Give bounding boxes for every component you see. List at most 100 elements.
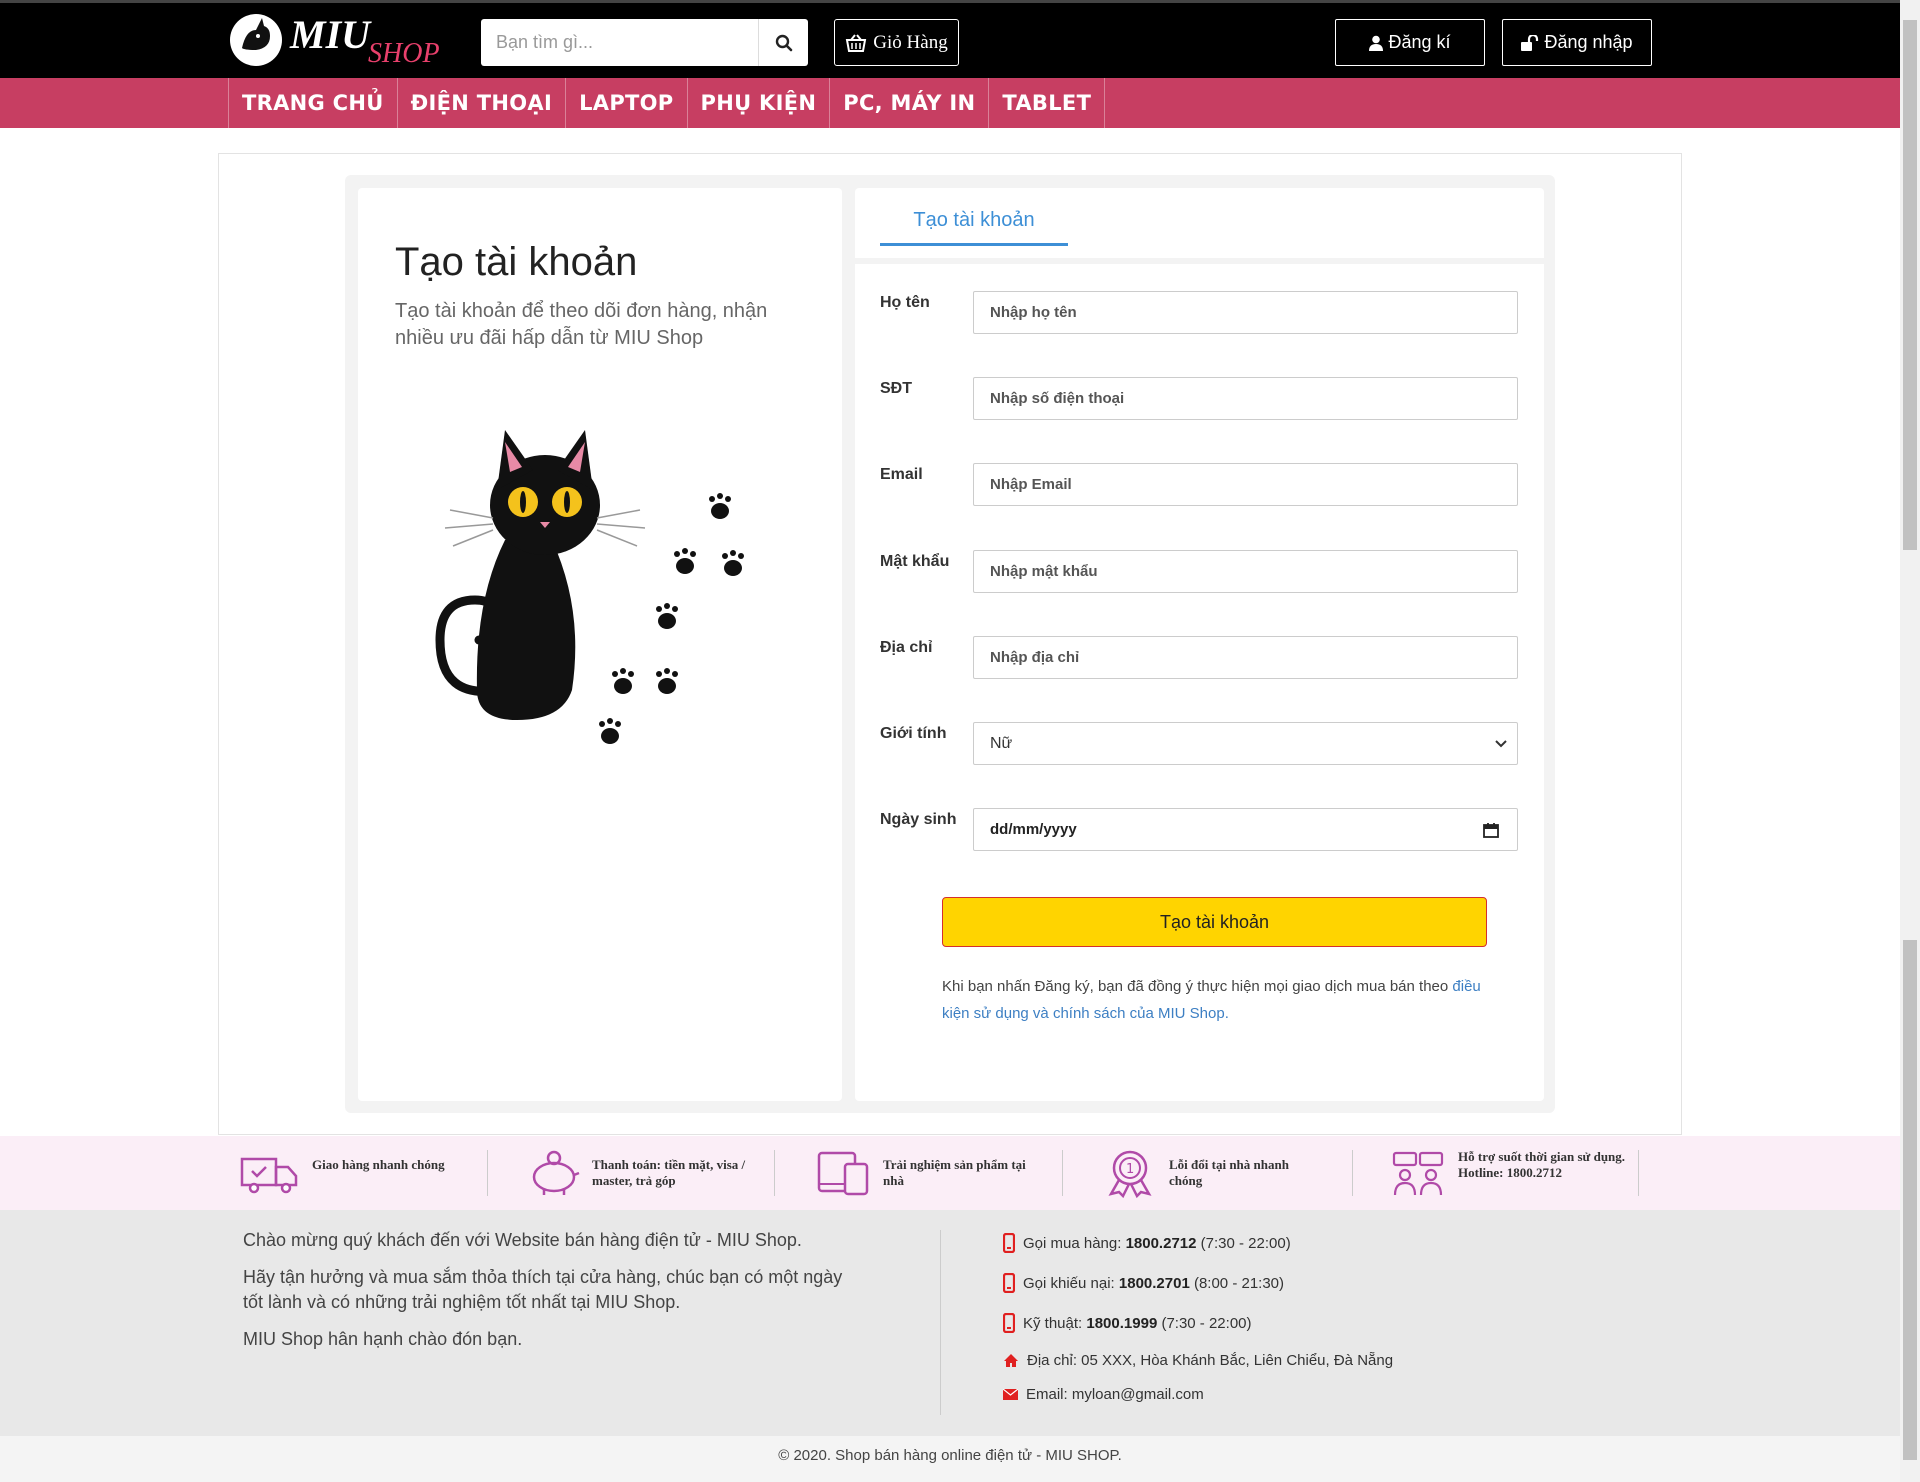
footer-divider bbox=[940, 1230, 941, 1415]
email-field[interactable] bbox=[973, 463, 1518, 506]
intro-title: Tạo tài khoản bbox=[395, 240, 638, 284]
birthday-value: dd/mm/yyyy bbox=[990, 821, 1077, 838]
svg-text:SHOP: SHOP bbox=[368, 38, 440, 68]
feature-item: 1 Lỗi đổi tại nhà nhanh chóng bbox=[1103, 1136, 1324, 1210]
calendar-icon[interactable] bbox=[1483, 822, 1499, 838]
feature-divider bbox=[774, 1150, 775, 1196]
nav-item-accessories[interactable]: PHỤ KIỆN bbox=[686, 78, 830, 128]
password-field[interactable] bbox=[973, 550, 1518, 593]
register-button[interactable]: Đăng kí bbox=[1335, 19, 1485, 66]
terms-text: Khi bạn nhấn Đăng ký, bạn đã đồng ý thực… bbox=[942, 978, 1453, 995]
black-cat-illustration bbox=[395, 390, 765, 750]
feature-text: Thanh toán: tiền mặt, visa / master, trả… bbox=[592, 1157, 746, 1188]
feature-text: Giao hàng nhanh chóng bbox=[312, 1157, 445, 1172]
feature-item: Giao hàng nhanh chóng bbox=[240, 1136, 482, 1210]
search-icon bbox=[775, 34, 792, 51]
birthday-field[interactable]: dd/mm/yyyy bbox=[973, 808, 1518, 851]
login-label: Đăng nhập bbox=[1544, 32, 1633, 52]
feature-item: Hỗ trợ suốt thời gian sử dụng. Hotline: … bbox=[1390, 1136, 1638, 1210]
top-header: MIU MIU SHOP Giỏ Hàng Đăng kí bbox=[0, 0, 1900, 78]
feature-text: Lỗi đổi tại nhà nhanh chóng bbox=[1169, 1157, 1289, 1188]
feature-divider bbox=[487, 1150, 488, 1196]
contact-label: Địa chỉ: 05 XXX, Hòa Khánh Bắc, Liên Chi… bbox=[1027, 1352, 1394, 1369]
search-input[interactable] bbox=[481, 19, 758, 66]
delivery-truck-icon bbox=[240, 1157, 298, 1194]
scrollbar-thumb[interactable] bbox=[1903, 940, 1917, 1460]
password-label: Mật khẩu bbox=[880, 553, 950, 570]
gender-value: Nữ bbox=[990, 734, 1013, 752]
medal-icon: 1 bbox=[1108, 1150, 1152, 1198]
cart-button[interactable]: Giỏ Hàng bbox=[834, 19, 959, 66]
copyright: © 2020. Shop bán hàng online điện tử - M… bbox=[0, 1436, 1900, 1482]
nav-item-home[interactable]: TRANG CHỦ bbox=[228, 78, 397, 128]
feature-text: Trải nghiệm sản phẩm tại nhà bbox=[883, 1157, 1026, 1188]
features-strip: Giao hàng nhanh chóng Thanh toán: tiền m… bbox=[0, 1136, 1900, 1210]
unlock-icon bbox=[1521, 34, 1539, 51]
footer-enjoy: Hãy tận hưởng và mua sắm thỏa thích tại … bbox=[243, 1267, 843, 1312]
feature-divider bbox=[1352, 1150, 1353, 1196]
contact-label: Kỹ thuật: bbox=[1023, 1314, 1087, 1332]
tab-create-account[interactable]: Tạo tài khoản bbox=[880, 206, 1068, 246]
contact-email: Email: myloan@gmail.com bbox=[1003, 1386, 1204, 1403]
nav-item-tablet[interactable]: TABLET bbox=[988, 78, 1106, 128]
footer-welcome: Chào mừng quý khách đến với Website bán … bbox=[243, 1230, 802, 1250]
contact-number[interactable]: 1800.2701 bbox=[1119, 1275, 1190, 1292]
scrollbar-thumb[interactable] bbox=[1903, 20, 1917, 550]
main-nav: TRANG CHỦ ĐIỆN THOẠI LAPTOP PHỤ KIỆN PC,… bbox=[0, 78, 1900, 128]
phone-icon bbox=[1003, 1273, 1015, 1293]
contact-sales: Gọi mua hàng: 1800.2712 (7:30 - 22:00) bbox=[1003, 1233, 1291, 1253]
phone-icon bbox=[1003, 1233, 1015, 1253]
basket-icon bbox=[846, 33, 867, 52]
name-label: Họ tên bbox=[880, 294, 930, 311]
intro-subtitle: Tạo tài khoản để theo dõi đơn hàng, nhận… bbox=[395, 300, 768, 349]
nav-item-laptop[interactable]: LAPTOP bbox=[565, 78, 686, 128]
contact-technical: Kỹ thuật: 1800.1999 (7:30 - 22:00) bbox=[1003, 1313, 1252, 1333]
contact-complaint: Gọi khiếu nại: 1800.2701 (8:00 - 21:30) bbox=[1003, 1273, 1284, 1293]
phone-field[interactable] bbox=[973, 377, 1518, 420]
nav-item-phones[interactable]: ĐIỆN THOẠI bbox=[396, 78, 565, 128]
address-field[interactable] bbox=[973, 636, 1518, 679]
svg-text:MIU: MIU bbox=[248, 50, 263, 58]
user-icon bbox=[1369, 35, 1384, 51]
contact-label: Email: myloan@gmail.com bbox=[1026, 1386, 1204, 1403]
shop-logo[interactable]: MIU MIU SHOP bbox=[228, 12, 478, 69]
contact-label: Gọi khiếu nại: bbox=[1023, 1274, 1119, 1292]
home-icon bbox=[1004, 1354, 1018, 1367]
contact-label: Gọi mua hàng: bbox=[1023, 1234, 1126, 1252]
nav-item-pc-printer[interactable]: PC, MÁY IN bbox=[829, 78, 988, 128]
register-label: Đăng kí bbox=[1388, 32, 1451, 52]
support-chat-icon bbox=[1392, 1151, 1444, 1196]
svg-text:MIU: MIU bbox=[289, 12, 372, 57]
feature-divider bbox=[1638, 1150, 1639, 1196]
address-label: Địa chỉ bbox=[880, 639, 933, 656]
feature-item: Trải nghiệm sản phẩm tại nhà bbox=[815, 1136, 1048, 1210]
logo-graphic: MIU MIU SHOP bbox=[230, 12, 440, 69]
phone-icon bbox=[1003, 1313, 1015, 1333]
contact-hours: (7:30 - 22:00) bbox=[1196, 1234, 1291, 1252]
contact-number[interactable]: 1800.2712 bbox=[1126, 1235, 1197, 1252]
login-button[interactable]: Đăng nhập bbox=[1502, 19, 1652, 66]
devices-icon bbox=[817, 1151, 869, 1196]
feature-divider bbox=[1062, 1150, 1063, 1196]
gender-select[interactable]: Nữ bbox=[973, 722, 1518, 765]
feature-text: Hỗ trợ suốt thời gian sử dụng. Hotline: … bbox=[1458, 1149, 1626, 1180]
footer-greeting: MIU Shop hân hạnh chào đón bạn. bbox=[243, 1329, 523, 1349]
piggy-bank-icon bbox=[532, 1150, 580, 1195]
chevron-down-icon bbox=[1495, 739, 1507, 747]
svg-text:1: 1 bbox=[1126, 1162, 1134, 1177]
envelope-icon bbox=[1003, 1389, 1018, 1400]
create-account-button[interactable]: Tạo tài khoản bbox=[942, 897, 1487, 947]
contact-number[interactable]: 1800.1999 bbox=[1086, 1315, 1157, 1332]
gender-label: Giới tính bbox=[880, 725, 947, 742]
name-field[interactable] bbox=[973, 291, 1518, 334]
feature-item: Thanh toán: tiền mặt, visa / master, trả… bbox=[528, 1136, 747, 1210]
contact-hours: (7:30 - 22:00) bbox=[1157, 1314, 1252, 1332]
terms-notice: Khi bạn nhấn Đăng ký, bạn đã đồng ý thực… bbox=[942, 973, 1502, 1027]
email-label: Email bbox=[880, 466, 923, 483]
birthday-label: Ngày sinh bbox=[880, 811, 957, 828]
cart-label: Giỏ Hàng bbox=[873, 31, 948, 53]
contact-hours: (8:00 - 21:30) bbox=[1189, 1274, 1285, 1292]
search-box bbox=[481, 19, 808, 66]
contact-address: Địa chỉ: 05 XXX, Hòa Khánh Bắc, Liên Chi… bbox=[1003, 1352, 1393, 1369]
search-button[interactable] bbox=[758, 19, 808, 66]
